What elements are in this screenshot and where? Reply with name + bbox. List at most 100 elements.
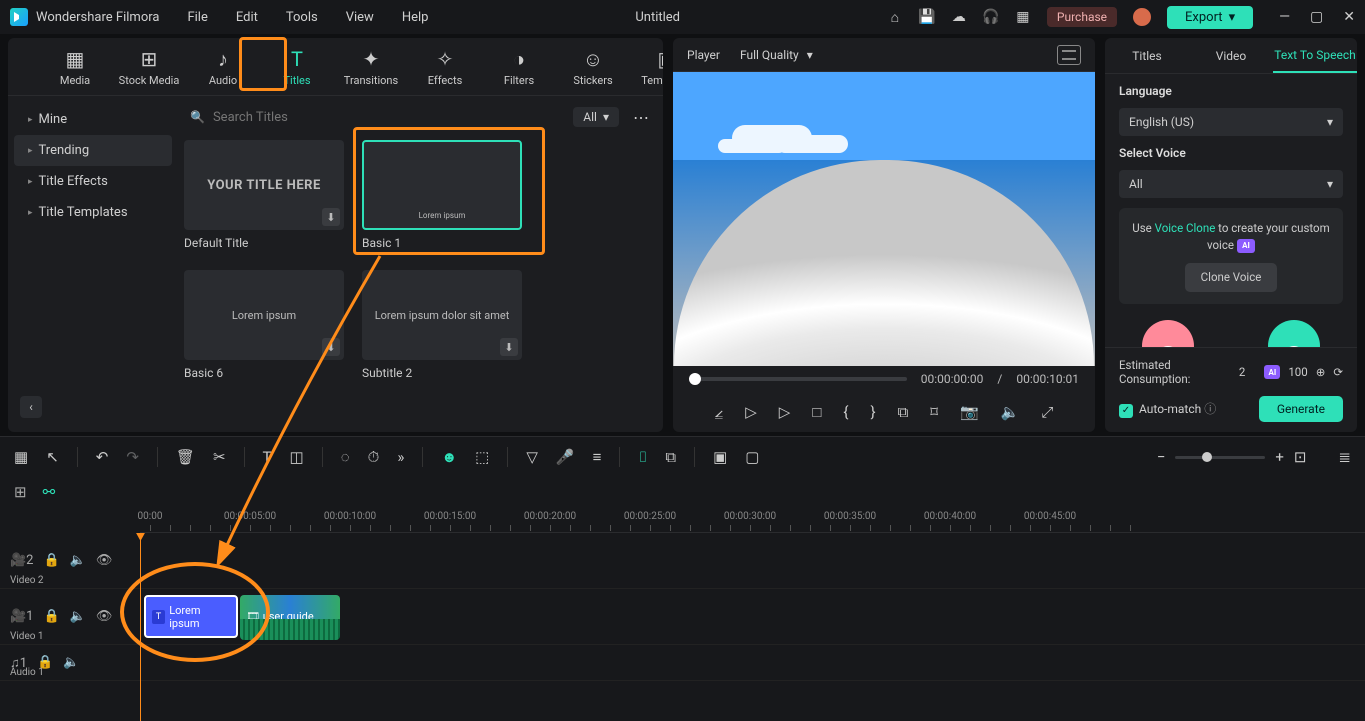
tab-tts[interactable]: Text To Speech	[1273, 38, 1357, 73]
sidebar-back-button[interactable]: ‹	[20, 396, 42, 418]
auto-match-checkbox[interactable]: ✓Auto-match ⓘ	[1119, 400, 1216, 418]
device-icon[interactable]: ⌂	[887, 9, 903, 25]
media-tab-templates[interactable]: ▣Templates	[630, 44, 663, 95]
tab-titles[interactable]: Titles	[1105, 38, 1189, 73]
media-tab-stock[interactable]: ⊞Stock Media	[112, 44, 186, 95]
ai-tool-icon[interactable]: ☻	[441, 448, 457, 466]
apps-icon[interactable]: ▦	[1015, 9, 1031, 25]
track-lane[interactable]: Lorem ipsum🎞 user guide	[140, 589, 1365, 644]
volume-icon[interactable]: 🔈	[1001, 403, 1020, 421]
add-credits-icon[interactable]: ⊕	[1316, 365, 1326, 379]
sidebar-item-title-templates[interactable]: Title Templates	[14, 197, 172, 228]
download-icon[interactable]: ⬇	[322, 338, 340, 356]
mark-out-button[interactable]: }	[870, 403, 875, 421]
sq1-icon[interactable]: ▣	[713, 448, 727, 466]
zoom-out-button[interactable]: −	[1157, 448, 1166, 466]
title-thumbnail[interactable]: YOUR TITLE HERE⬇	[184, 140, 344, 230]
layout-icon[interactable]: ▦	[14, 448, 28, 466]
support-icon[interactable]: 🎧	[983, 9, 999, 25]
purchase-button[interactable]: Purchase	[1047, 7, 1117, 27]
menu-file[interactable]: File	[187, 10, 207, 25]
search-input[interactable]	[213, 110, 557, 125]
cloud-icon[interactable]: ☁	[951, 9, 967, 25]
list-view-icon[interactable]: ≣	[1338, 448, 1351, 466]
track-lane[interactable]	[140, 645, 1365, 680]
media-tab-filters[interactable]: ◑Filters	[482, 44, 556, 95]
menu-tools[interactable]: Tools	[286, 10, 318, 25]
menu-edit[interactable]: Edit	[236, 10, 258, 25]
zoom-slider[interactable]	[1175, 456, 1265, 459]
quality-dropdown[interactable]: Full Quality ▾	[740, 48, 813, 62]
mixer-icon[interactable]: ≡	[593, 448, 602, 466]
mark-in-button[interactable]: {	[843, 403, 848, 421]
marker-icon[interactable]: ▽	[526, 448, 538, 466]
timer-icon[interactable]: ⏱	[368, 448, 380, 466]
cut-button[interactable]: ✂	[213, 448, 226, 466]
magnet-icon[interactable]: ⌷	[638, 448, 647, 466]
close-button[interactable]: ✕	[1343, 9, 1355, 25]
save-icon[interactable]: 💾	[919, 9, 935, 25]
sq2-icon[interactable]: ▢	[745, 448, 759, 466]
timeline-ruler[interactable]: 00:0000:00:05:0000:00:10:0000:00:15:0000…	[140, 507, 1365, 533]
download-icon[interactable]: ⬇	[322, 208, 340, 226]
download-icon[interactable]: ⬇	[500, 338, 518, 356]
pointer-icon[interactable]: ↖	[46, 448, 59, 466]
menu-view[interactable]: View	[346, 10, 374, 25]
voice-filter-select[interactable]: All ▾	[1119, 170, 1343, 198]
user-avatar[interactable]	[1133, 8, 1151, 26]
track-control-icon[interactable]: 🔒	[44, 553, 60, 568]
track-control-icon[interactable]: 🎥2	[10, 553, 34, 568]
play2-button[interactable]: ▷	[779, 403, 791, 421]
link-icon[interactable]: ⧉	[665, 448, 676, 466]
prev-frame-button[interactable]: ⦤	[715, 403, 724, 421]
filter-dropdown[interactable]: All ▾	[573, 107, 619, 127]
media-tab-audio[interactable]: ♪Audio	[186, 44, 260, 95]
track-control-icon[interactable]: 🔈	[63, 655, 79, 671]
language-select[interactable]: English (US) ▾	[1119, 108, 1343, 136]
media-tab-effects[interactable]: ✧Effects	[408, 44, 482, 95]
play-button[interactable]: ▷	[745, 403, 757, 421]
more-options-button[interactable]: ⋯	[629, 108, 653, 127]
add-track-icon[interactable]: ⊞	[14, 483, 27, 501]
voice-jenny[interactable]: Jenny	[1121, 320, 1215, 347]
timeline-clip-title[interactable]: Lorem ipsum	[144, 595, 238, 638]
link-tracks-icon[interactable]: ⚯	[43, 483, 56, 501]
select-icon[interactable]: ⬚	[475, 448, 489, 466]
track-control-icon[interactable]: 🔈	[70, 609, 86, 624]
media-tab-media[interactable]: ▦Media	[38, 44, 112, 95]
preview-viewport[interactable]	[673, 72, 1095, 366]
media-tab-titles[interactable]: TTitles	[260, 44, 334, 95]
snapshot-icon[interactable]	[1057, 45, 1081, 65]
minimize-button[interactable]: —	[1279, 9, 1290, 25]
camera-icon[interactable]: 📷	[960, 403, 979, 421]
media-tab-stickers[interactable]: ☺Stickers	[556, 44, 630, 95]
undo-button[interactable]: ↶	[96, 448, 109, 466]
display-icon[interactable]: ⌑	[930, 403, 938, 421]
ratio-icon[interactable]: ⧉	[898, 403, 909, 421]
sidebar-item-title-effects[interactable]: Title Effects	[14, 166, 172, 197]
fullscreen-icon[interactable]: ⤢	[1041, 403, 1053, 421]
voice-clone-link[interactable]: Voice Clone	[1155, 221, 1216, 235]
mic-icon[interactable]: 🎤	[556, 448, 575, 466]
generate-button[interactable]: Generate	[1259, 396, 1343, 422]
track-control-icon[interactable]: 🎥1	[10, 609, 34, 624]
more-tools-icon[interactable]: »	[397, 448, 404, 466]
delete-button[interactable]: 🗑	[176, 448, 195, 466]
clone-voice-button[interactable]: Clone Voice	[1185, 263, 1278, 292]
stop-button[interactable]: □	[812, 403, 821, 421]
preview-scrubber[interactable]	[689, 377, 907, 381]
title-thumbnail[interactable]: Lorem ipsum dolor sit amet⬇	[362, 270, 522, 360]
crop-icon[interactable]: ◫	[290, 448, 304, 466]
title-thumbnail[interactable]: Lorem ipsum⬇	[184, 270, 344, 360]
track-control-icon[interactable]: 🔈	[70, 553, 86, 568]
zoom-fit-button[interactable]: ⊡	[1294, 448, 1307, 466]
sidebar-item-mine[interactable]: Mine	[14, 104, 172, 135]
media-tab-transitions[interactable]: ✦Transitions	[334, 44, 408, 95]
refresh-icon[interactable]: ⟳	[1333, 365, 1343, 379]
speed-icon[interactable]: ◌	[341, 448, 350, 466]
voice-jason[interactable]: Jason	[1247, 320, 1341, 347]
menu-help[interactable]: Help	[402, 10, 429, 25]
sidebar-item-trending[interactable]: Trending	[14, 135, 172, 166]
maximize-button[interactable]: ▢	[1310, 9, 1323, 25]
title-thumbnail[interactable]: Lorem ipsum	[362, 140, 522, 230]
